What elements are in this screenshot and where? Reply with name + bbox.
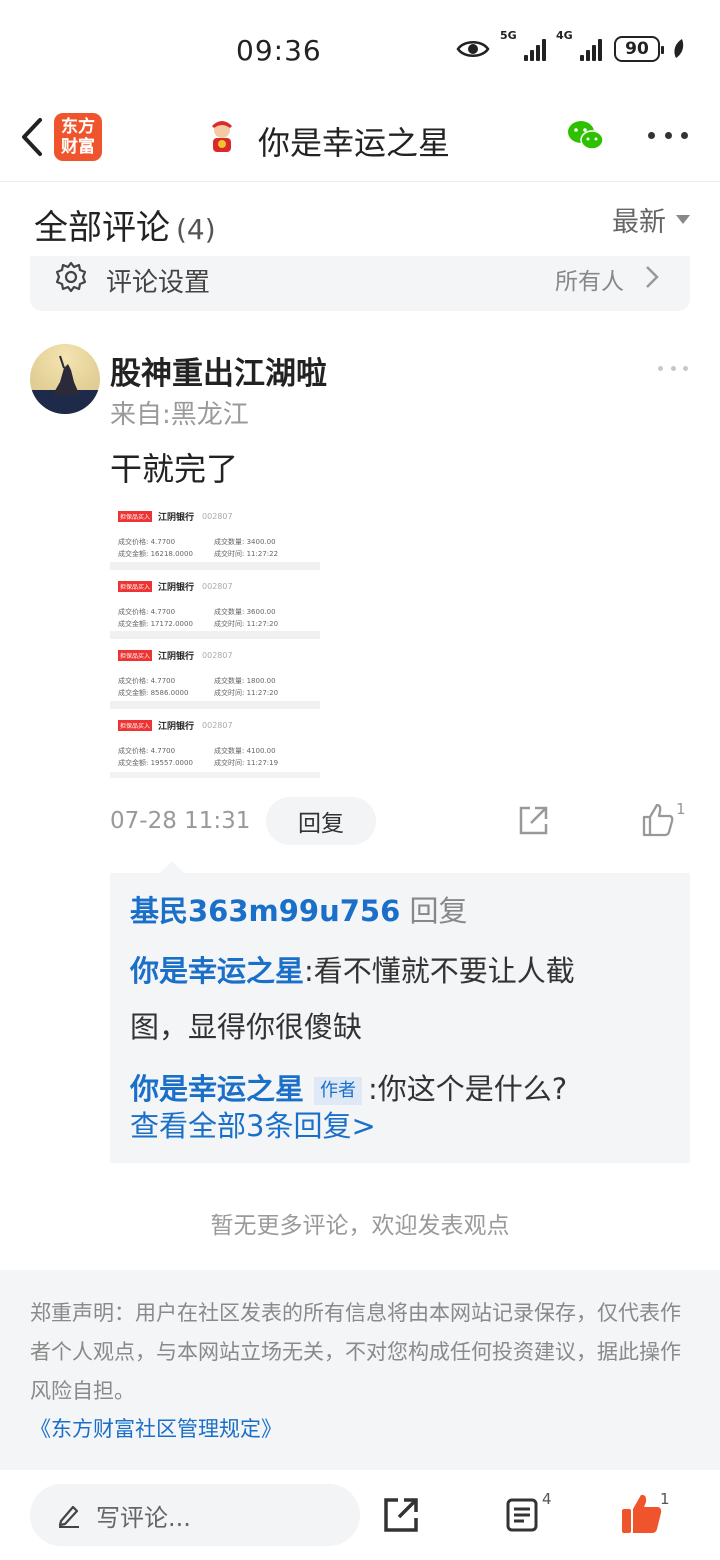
author-tag: 作者 xyxy=(314,1077,363,1105)
comment-more-button[interactable] xyxy=(658,366,688,372)
trade-qty: 成交数量: 4100.00 xyxy=(214,746,276,755)
stock-name: 江阴银行 xyxy=(158,652,195,662)
leaf-icon xyxy=(674,39,684,58)
thumbs-up-filled-icon[interactable] xyxy=(620,1492,664,1536)
no-more-comments: 暂无更多评论，欢迎发表观点 xyxy=(210,1213,510,1239)
gear-icon xyxy=(55,261,87,293)
trade-price: 成交价格: 4.7700 xyxy=(118,538,176,546)
trade-badge: 担保品买入 xyxy=(118,511,153,522)
wechat-share-icon[interactable] xyxy=(566,118,606,154)
nav-bar: 东方财富 你是幸运之星 xyxy=(0,100,720,182)
trade-time: 成交时间: 11:27:22 xyxy=(214,550,279,558)
disclaimer: 郑重声明：用户在社区发表的所有信息将由本网站记录保存，仅代表作者个人观点，与本网… xyxy=(0,1270,720,1470)
stock-code: 002807 xyxy=(202,720,233,730)
app-logo[interactable]: 东方财富 xyxy=(54,113,102,161)
trade-details: 成交价格: 4.7700 成交数量: 3600.00 成交金额: 17172.000… xyxy=(118,607,312,629)
bottom-bar: 写评论... 4 1 xyxy=(0,1470,720,1560)
comment-author[interactable]: 股神重出江湖啦 xyxy=(110,348,327,393)
replies-box: 基民363m99u756 回复 你是幸运之星:看不懂就不要让人截 图，显得你很傻… xyxy=(110,861,690,1163)
eye-icon xyxy=(456,41,490,57)
share-icon[interactable] xyxy=(516,804,550,838)
reply-line-2[interactable]: 你是幸运之星:看不懂就不要让人截 xyxy=(130,941,575,1001)
trade-card: 担保品买入 江阴银行 002807 成交价格: 4.7700 成交数量: 3400.00… xyxy=(110,500,320,570)
stock-name: 江阴银行 xyxy=(158,513,195,523)
stock-name: 江阴银行 xyxy=(158,582,195,593)
trade-details: 成交价格: 4.7700 成交数量: 4100.00 成交金额: 19557.000… xyxy=(118,746,312,768)
comments-list-icon[interactable] xyxy=(504,1496,542,1534)
trade-qty: 成交数量: 1800.00 xyxy=(214,677,276,685)
reply-user[interactable]: 基民363m99u756 xyxy=(130,894,400,928)
trade-amount: 成交金额: 16218.0000 xyxy=(118,550,193,558)
comments-header: 全部评论 (4) 最新 xyxy=(0,184,720,256)
trade-qty: 成交数量: 3400.00 xyxy=(214,538,276,546)
trade-card: 担保品买入 江阴银行 002807 成交价格: 4.7700 成交数量: 4100.00… xyxy=(110,709,320,778)
view-all-replies-link[interactable]: 查看全部3条回复> xyxy=(130,1103,376,1145)
trade-badge: 担保品买入 xyxy=(118,719,153,731)
status-bar: 09:36 5G 4G 90 xyxy=(0,0,720,100)
trade-price: 成交价格: 4.7700 xyxy=(118,746,176,755)
like-count: 1 xyxy=(676,800,686,818)
comments-count: (4) xyxy=(176,213,216,246)
reply-user[interactable]: 你是幸运之星 xyxy=(130,954,304,988)
reply-button[interactable]: 回复 xyxy=(266,797,376,845)
trade-card: 担保品买入 江阴银行 002807 成交价格: 4.7700 成交数量: 3600.00… xyxy=(110,570,320,639)
trade-amount: 成交金额: 19557.0000 xyxy=(118,758,193,767)
comment-text: 干就完了 xyxy=(110,450,239,488)
comment-time: 07-28 11:31 xyxy=(110,808,251,834)
trade-qty: 成交数量: 3600.00 xyxy=(214,607,276,616)
nav-title: 你是幸运之星 xyxy=(258,124,451,162)
back-icon[interactable] xyxy=(14,114,50,160)
reply-line-1: 基民363m99u756 回复 xyxy=(130,894,468,928)
comments-count-badge: 4 xyxy=(542,1490,552,1508)
chevron-right-icon xyxy=(646,266,659,288)
more-options-button[interactable] xyxy=(648,132,688,142)
trade-details: 成交价格: 4.7700 成交数量: 1800.00 成交金额: 8586.0000… xyxy=(118,676,312,698)
trade-card: 担保品买入 江阴银行 002807 成交价格: 4.7700 成交数量: 1800.00… xyxy=(110,639,320,709)
share-icon[interactable] xyxy=(382,1496,420,1534)
trade-time: 成交时间: 11:27:20 xyxy=(214,689,279,697)
write-comment-placeholder: 写评论... xyxy=(96,1504,191,1532)
signal-4g-icon: 4G xyxy=(556,29,602,61)
stock-code: 002807 xyxy=(202,581,233,591)
comment-settings-row[interactable]: 评论设置 所有人 xyxy=(30,256,690,311)
trade-amount: 成交金额: 8586.0000 xyxy=(118,689,189,697)
trade-screenshot-image[interactable]: 担保品买入 江阴银行 002807 成交价格: 4.7700 成交数量: 3400.00… xyxy=(110,500,320,778)
stock-code: 002807 xyxy=(202,651,233,660)
status-icons: 5G 4G 90 xyxy=(456,29,686,62)
trade-details: 成交价格: 4.7700 成交数量: 3400.00 成交金额: 16218.000… xyxy=(118,537,312,559)
stock-code: 002807 xyxy=(202,512,233,521)
community-rules-link[interactable]: 《东方财富社区管理规定》 xyxy=(30,1411,690,1447)
trade-badge: 担保品买入 xyxy=(118,580,153,592)
reply-line-2-cont: 图，显得你很傻缺 xyxy=(130,1010,363,1044)
trade-price: 成交价格: 4.7700 xyxy=(118,607,176,616)
trade-badge: 担保品买入 xyxy=(118,650,153,661)
stock-name: 江阴银行 xyxy=(158,721,195,732)
trade-amount: 成交金额: 17172.0000 xyxy=(118,619,193,628)
comments-title: 全部评论 (4) xyxy=(34,208,216,248)
caret-down-icon xyxy=(676,215,690,224)
trade-time: 成交时间: 11:27:19 xyxy=(214,758,279,767)
comment-location: 来自:黑龙江 xyxy=(110,400,249,430)
status-time: 09:36 xyxy=(236,34,322,67)
battery-icon: 90 xyxy=(614,36,664,62)
pen-icon xyxy=(58,1505,79,1528)
reply-user[interactable]: 你是幸运之星 xyxy=(130,1072,304,1106)
trade-time: 成交时间: 11:27:20 xyxy=(214,619,279,628)
like-count-badge: 1 xyxy=(660,1490,670,1508)
user-avatar-small[interactable] xyxy=(204,118,240,154)
write-comment-input[interactable]: 写评论... xyxy=(30,1484,360,1546)
thumbs-up-icon[interactable] xyxy=(640,802,676,838)
sort-dropdown[interactable]: 最新 xyxy=(612,200,690,239)
commenter-avatar[interactable] xyxy=(30,344,100,414)
signal-5g-icon: 5G xyxy=(500,29,546,61)
settings-label: 评论设置 xyxy=(106,268,211,298)
settings-value: 所有人 xyxy=(555,269,624,295)
disclaimer-text: 郑重声明：用户在社区发表的所有信息将由本网站记录保存，仅代表作者个人观点，与本网… xyxy=(30,1301,681,1403)
trade-price: 成交价格: 4.7700 xyxy=(118,677,176,685)
